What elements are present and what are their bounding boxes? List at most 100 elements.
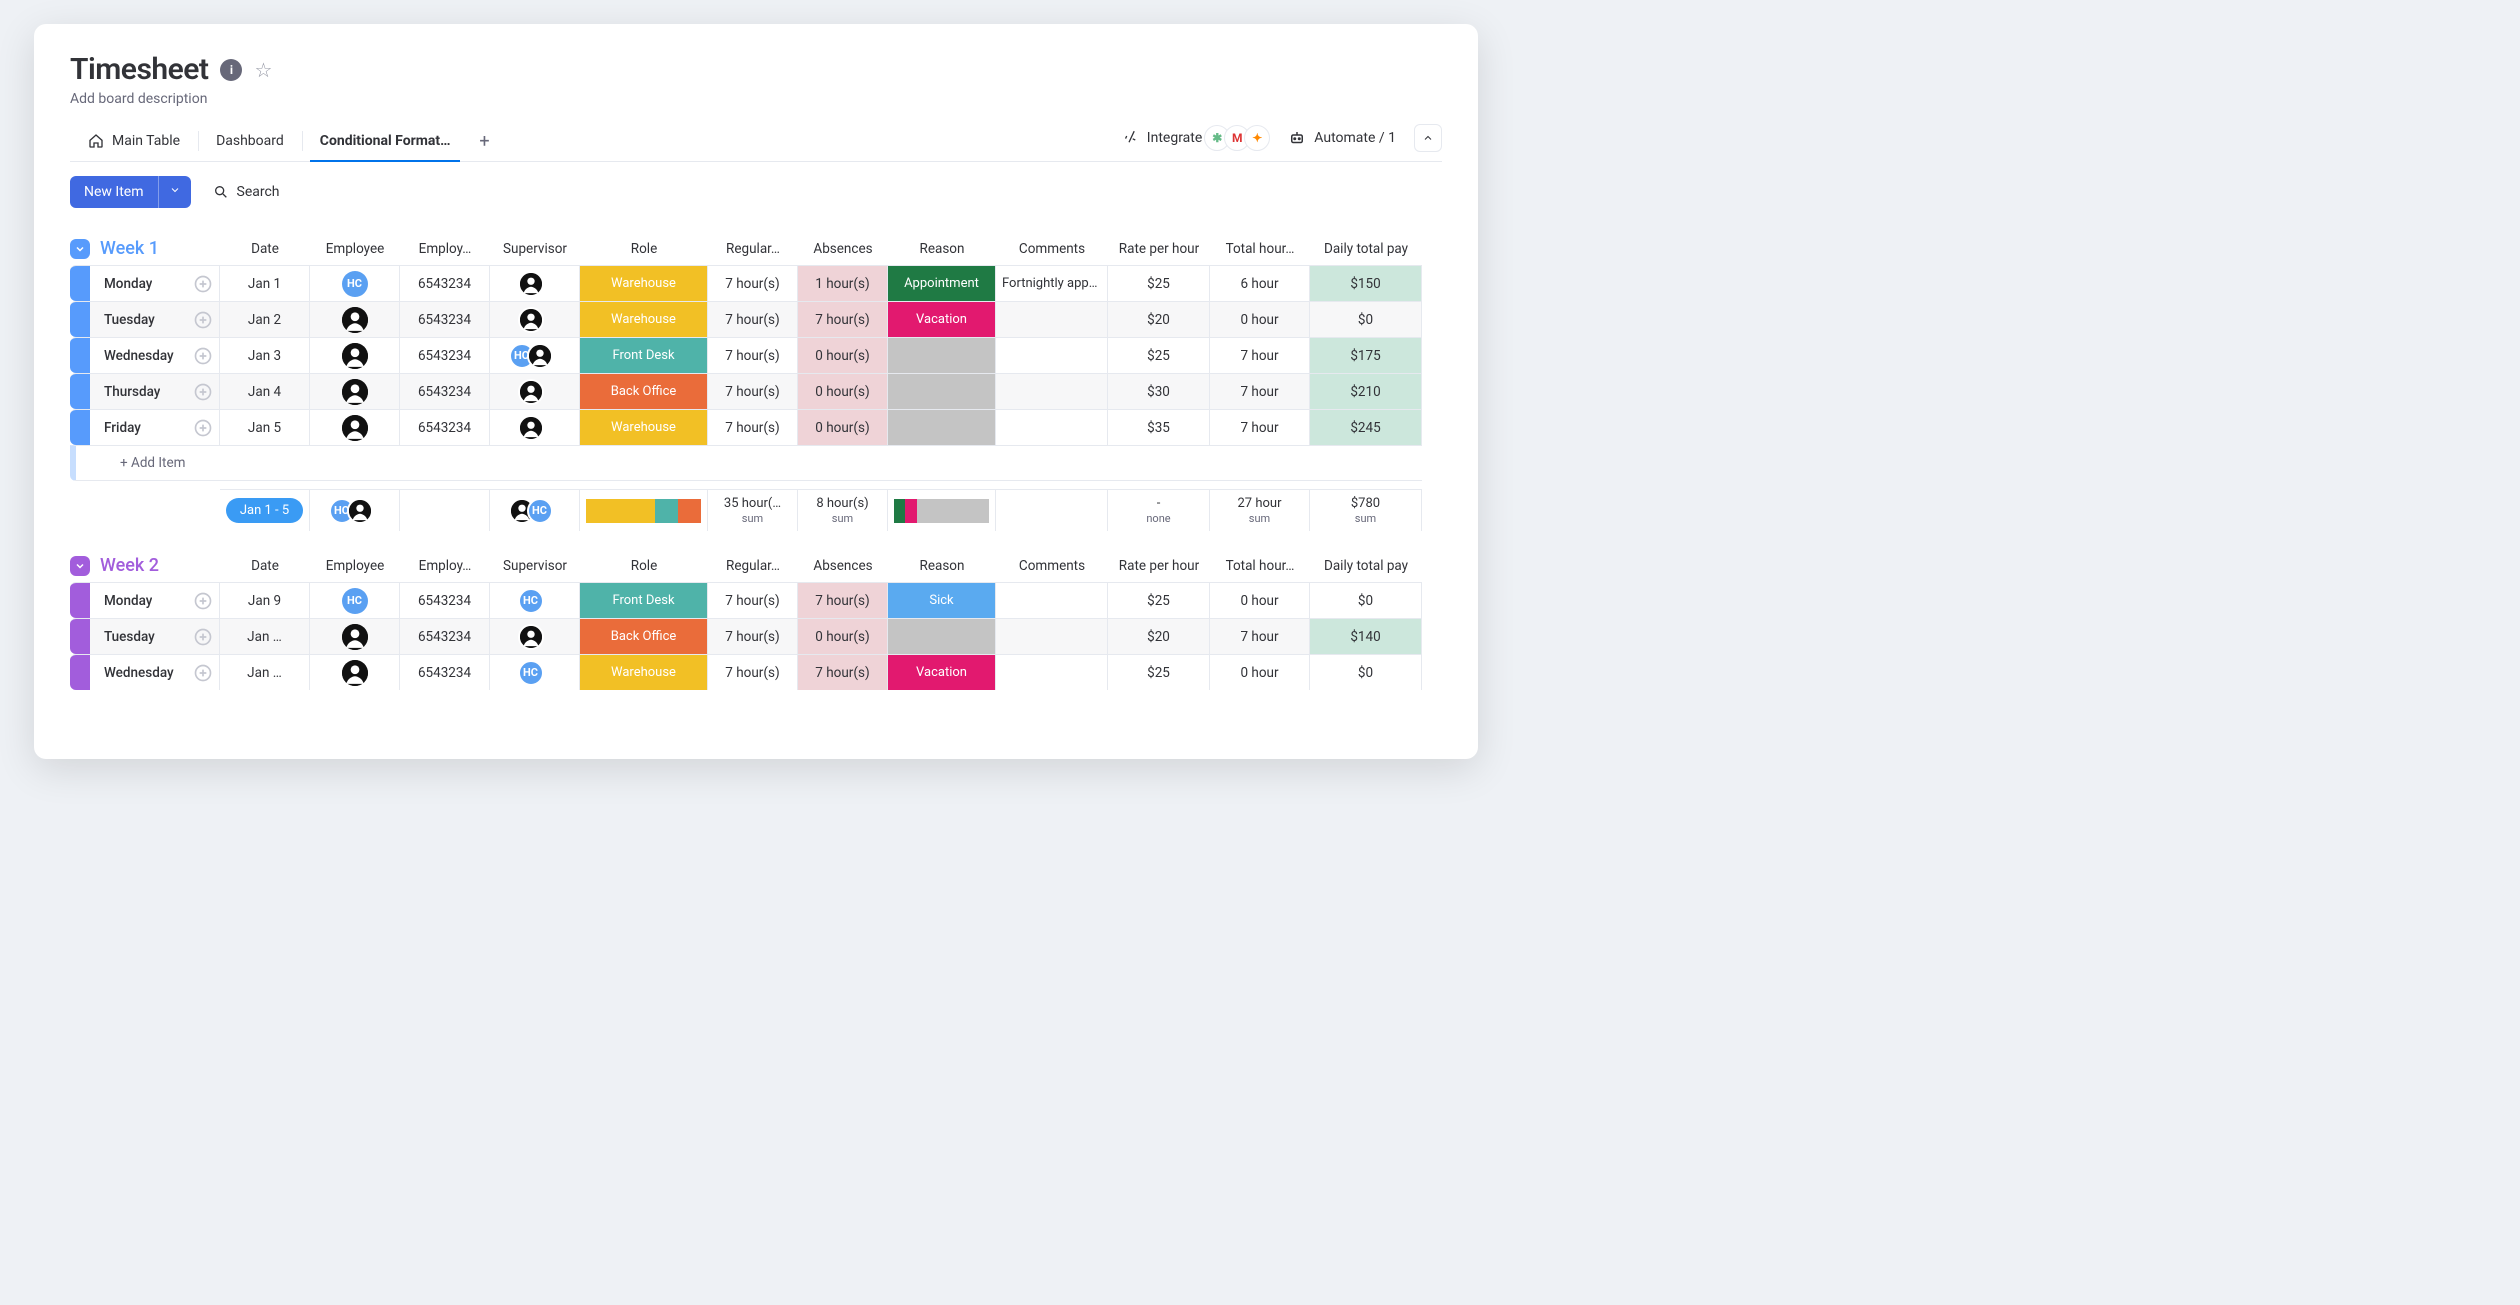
supervisor-cell[interactable] [490,301,580,337]
conversation-icon[interactable] [193,310,213,330]
rate-cell[interactable]: $25 [1108,654,1210,690]
rate-cell[interactable]: $25 [1108,337,1210,373]
reason-cell[interactable]: Vacation [888,301,996,337]
comments-cell[interactable] [996,582,1108,618]
comments-cell[interactable] [996,618,1108,654]
absences-cell[interactable]: 0 hour(s) [798,409,888,445]
employee-id-cell[interactable]: 6543234 [400,654,490,690]
daily-pay-cell[interactable]: $245 [1310,409,1422,445]
total-hours-cell[interactable]: 7 hour [1210,618,1310,654]
date-cell[interactable]: Jan … [220,618,310,654]
rate-cell[interactable]: $30 [1108,373,1210,409]
date-cell[interactable]: Jan 2 [220,301,310,337]
conversation-icon[interactable] [193,382,213,402]
role-cell[interactable]: Warehouse [580,265,708,301]
comments-cell[interactable]: Fortnightly appo… [996,265,1108,301]
reason-cell[interactable] [888,618,996,654]
automate-button[interactable]: Automate / 1 [1288,129,1396,147]
item-name-cell[interactable]: Thursday [90,373,220,409]
supervisor-cell[interactable]: HC [490,337,580,373]
comments-cell[interactable] [996,337,1108,373]
date-cell[interactable]: Jan 3 [220,337,310,373]
comments-cell[interactable] [996,409,1108,445]
integrate-button[interactable]: Integrate ✱ M ✦ [1123,125,1271,151]
column-header[interactable]: Absences [798,558,888,582]
rate-cell[interactable]: $25 [1108,582,1210,618]
daily-pay-cell[interactable]: $175 [1310,337,1422,373]
conversation-icon[interactable] [193,591,213,611]
absences-cell[interactable]: 7 hour(s) [798,582,888,618]
column-header[interactable]: Rate per hour [1108,241,1210,265]
absences-cell[interactable]: 7 hour(s) [798,654,888,690]
employee-cell[interactable] [310,301,400,337]
total-hours-cell[interactable]: 6 hour [1210,265,1310,301]
column-header[interactable]: Supervisor [490,241,580,265]
column-header[interactable]: Daily total pay [1310,241,1422,265]
favorite-star-icon[interactable]: ☆ [254,58,272,82]
column-header[interactable]: Daily total pay [1310,558,1422,582]
total-hours-cell[interactable]: 7 hour [1210,373,1310,409]
date-cell[interactable]: Jan … [220,654,310,690]
info-icon[interactable]: i [220,59,242,81]
employee-id-cell[interactable]: 6543234 [400,337,490,373]
comments-cell[interactable] [996,654,1108,690]
item-name-cell[interactable]: Friday [90,409,220,445]
absences-cell[interactable]: 1 hour(s) [798,265,888,301]
daily-pay-cell[interactable]: $0 [1310,654,1422,690]
board-description[interactable]: Add board description [70,91,1442,107]
group-collapse-button[interactable] [70,239,90,259]
supervisor-cell[interactable] [490,618,580,654]
total-hours-cell[interactable]: 7 hour [1210,409,1310,445]
conversation-icon[interactable] [193,274,213,294]
daily-pay-cell[interactable]: $150 [1310,265,1422,301]
reason-cell[interactable]: Appointment [888,265,996,301]
role-cell[interactable]: Back Office [580,618,708,654]
comments-cell[interactable] [996,373,1108,409]
role-cell[interactable]: Back Office [580,373,708,409]
absences-cell[interactable]: 0 hour(s) [798,618,888,654]
column-header[interactable]: Role [580,558,708,582]
item-name-cell[interactable]: Monday [90,265,220,301]
column-header[interactable]: Regular… [708,241,798,265]
regular-hours-cell[interactable]: 7 hour(s) [708,373,798,409]
role-cell[interactable]: Warehouse [580,654,708,690]
absences-cell[interactable]: 7 hour(s) [798,301,888,337]
total-hours-cell[interactable]: 0 hour [1210,582,1310,618]
total-hours-cell[interactable]: 0 hour [1210,654,1310,690]
new-item-button[interactable]: New Item [70,176,191,208]
column-header[interactable]: Absences [798,241,888,265]
regular-hours-cell[interactable]: 7 hour(s) [708,337,798,373]
column-header[interactable]: Date [220,241,310,265]
item-name-cell[interactable]: Monday [90,582,220,618]
column-header[interactable]: Employ… [400,241,490,265]
item-name-cell[interactable]: Wednesday [90,337,220,373]
role-cell[interactable]: Warehouse [580,409,708,445]
tab-conditional-format[interactable]: Conditional Format… [302,121,469,161]
comments-cell[interactable] [996,301,1108,337]
reason-cell[interactable]: Vacation [888,654,996,690]
employee-id-cell[interactable]: 6543234 [400,582,490,618]
employee-id-cell[interactable]: 6543234 [400,265,490,301]
column-header[interactable]: Regular… [708,558,798,582]
item-name-cell[interactable]: Wednesday [90,654,220,690]
reason-cell[interactable] [888,373,996,409]
conversation-icon[interactable] [193,346,213,366]
employee-id-cell[interactable]: 6543234 [400,373,490,409]
employee-cell[interactable] [310,618,400,654]
group-title[interactable]: Week 2 [100,555,159,576]
conversation-icon[interactable] [193,627,213,647]
supervisor-cell[interactable] [490,265,580,301]
total-hours-cell[interactable]: 0 hour [1210,301,1310,337]
group-collapse-button[interactable] [70,556,90,576]
column-header[interactable]: Date [220,558,310,582]
regular-hours-cell[interactable]: 7 hour(s) [708,301,798,337]
column-header[interactable]: Comments [996,241,1108,265]
tab-main-table[interactable]: Main Table [70,121,198,161]
reason-cell[interactable] [888,337,996,373]
regular-hours-cell[interactable]: 7 hour(s) [708,265,798,301]
supervisor-cell[interactable] [490,373,580,409]
total-hours-cell[interactable]: 7 hour [1210,337,1310,373]
date-cell[interactable]: Jan 4 [220,373,310,409]
supervisor-cell[interactable] [490,409,580,445]
regular-hours-cell[interactable]: 7 hour(s) [708,409,798,445]
